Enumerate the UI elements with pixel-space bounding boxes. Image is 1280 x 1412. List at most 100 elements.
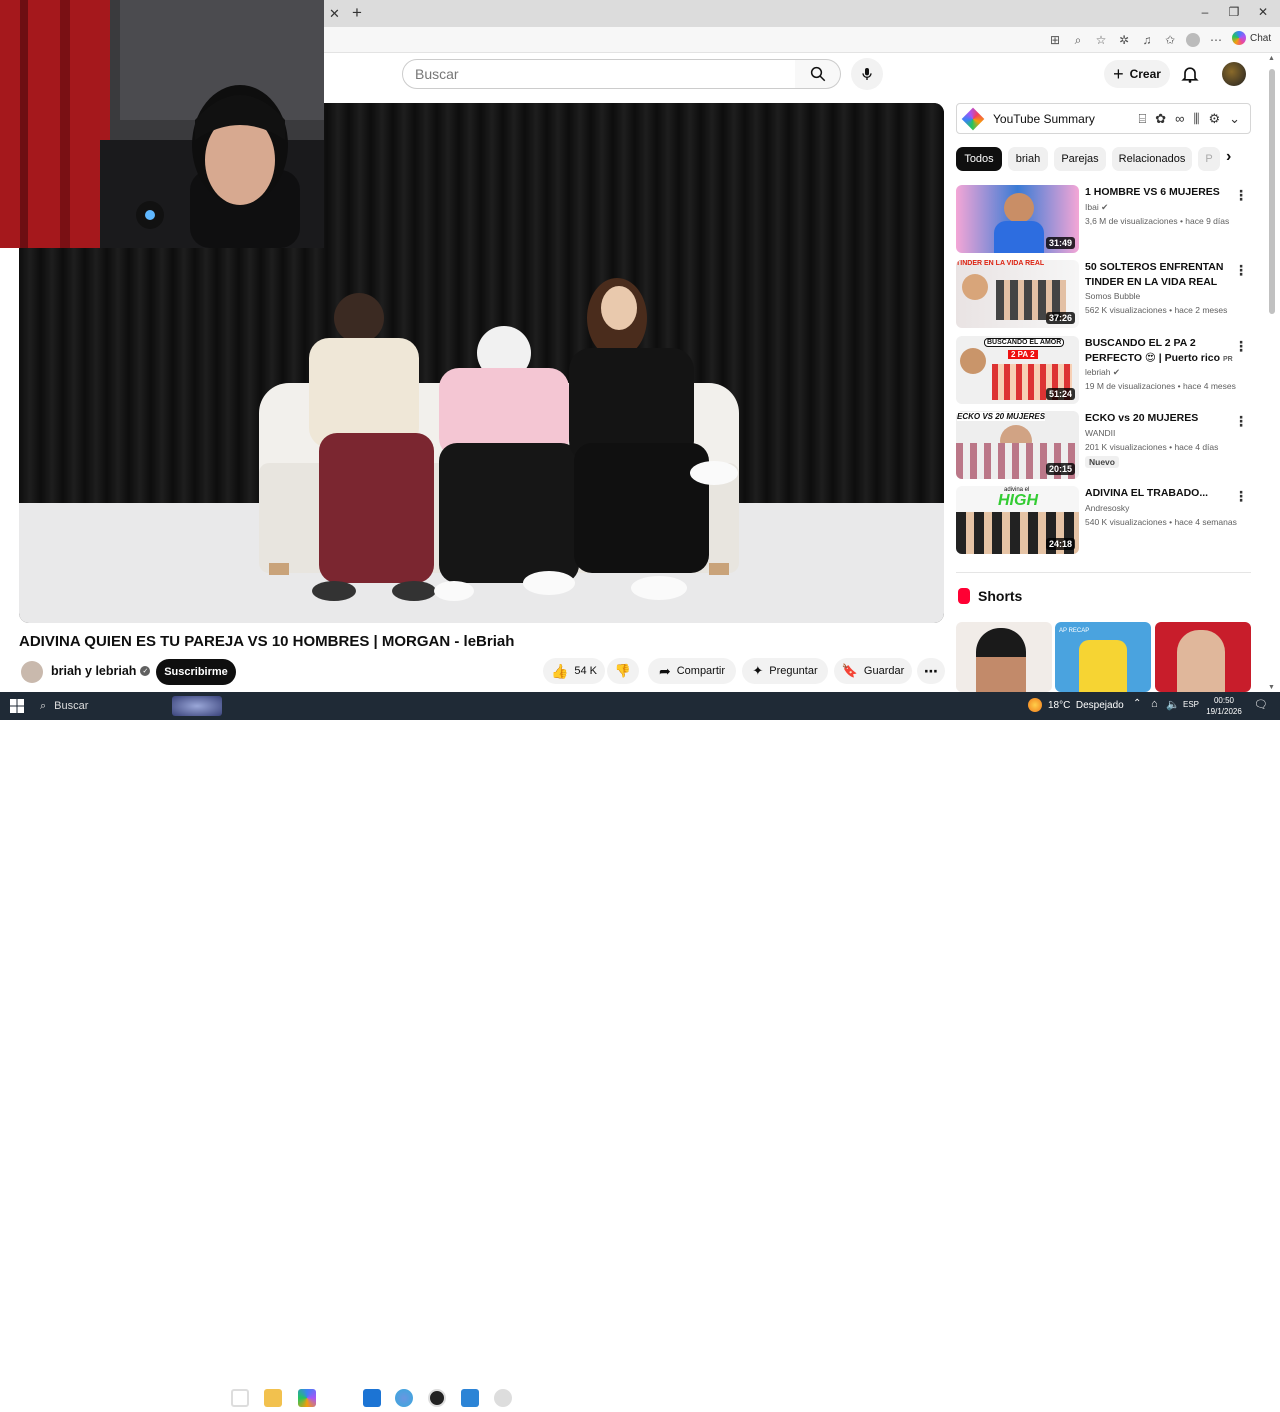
chip-parejas[interactable]: Parejas — [1054, 147, 1106, 171]
tray-chevron-icon[interactable]: ⌃ — [1133, 698, 1141, 709]
recommendation-meta: 19 M de visualizaciones • hace 4 meses — [1085, 381, 1236, 391]
close-tab-icon[interactable]: ✕ — [329, 6, 340, 22]
restore-window-button[interactable]: ❐ — [1224, 5, 1244, 21]
notifications-icon[interactable]: 🗨 — [1254, 698, 1268, 711]
dislike-button[interactable]: 👎 — [607, 658, 639, 684]
voice-search-button[interactable] — [851, 58, 883, 90]
ask-button[interactable]: ✦ Preguntar — [742, 658, 828, 684]
recommendation-channel: lebriah ✔ — [1085, 367, 1121, 377]
favorites-icon[interactable]: ✩ — [1161, 31, 1179, 49]
microphone-icon — [862, 68, 872, 80]
clock[interactable]: 00:50 19/1/2026 — [1205, 695, 1243, 717]
short-person — [1177, 630, 1225, 692]
app-icon[interactable] — [461, 1389, 479, 1407]
page-scrollbar[interactable]: ▲ ▼ — [1268, 55, 1276, 691]
close-window-button[interactable]: ✕ — [1253, 5, 1273, 21]
translate-icon[interactable]: ⌸ — [1138, 111, 1146, 127]
video-title: ADIVINA QUIEN ES TU PAREJA VS 10 HOMBRES… — [19, 633, 515, 650]
outlook-icon[interactable] — [363, 1389, 381, 1407]
chip-briah[interactable]: briah — [1008, 147, 1048, 171]
short-thumbnail[interactable]: AP RECAP — [1055, 622, 1151, 692]
thumb-person-icon — [1004, 193, 1034, 223]
search-highlight-image — [172, 696, 222, 716]
media-icon[interactable]: ♫ — [1138, 31, 1156, 49]
extensions-icon[interactable]: ✲ — [1115, 31, 1133, 49]
obs-icon[interactable] — [428, 1389, 446, 1407]
app-icon[interactable] — [494, 1389, 512, 1407]
video-thumbnail: adivina el HIGH 24:18 — [956, 486, 1079, 554]
chip-label: Parejas — [1061, 153, 1099, 165]
chevron-down-icon[interactable]: ⌄ — [1229, 111, 1240, 127]
task-view-icon[interactable] — [231, 1389, 249, 1407]
sparkle-icon: ✦ — [752, 663, 764, 678]
avatar[interactable] — [1222, 62, 1246, 86]
more-options-icon[interactable]: ⋯ — [1207, 31, 1225, 49]
shorts-label: Shorts — [978, 588, 1023, 604]
create-button[interactable]: + Crear — [1104, 60, 1170, 88]
video-thumbnail: TINDER EN LA VIDA REAL 37:26 — [956, 260, 1079, 328]
settings-gear-icon[interactable]: ⚙ — [1208, 111, 1220, 127]
youtube-summary-extension[interactable]: YouTube Summary ⌸ ✿ ∞ ⫼ ⚙ ⌄ — [956, 103, 1251, 134]
taskbar-search-placeholder: Buscar — [54, 700, 89, 712]
network-icon[interactable]: ⌂ — [1151, 698, 1158, 710]
recommendation-item[interactable]: TINDER EN LA VIDA REAL 37:26 50 SOLTEROS… — [956, 260, 1256, 328]
chips-next-button[interactable]: › — [1226, 148, 1231, 166]
recommendation-item[interactable]: ECKO VS 20 MUJERES 20:15 ECKO vs 20 MUJE… — [956, 411, 1256, 479]
short-thumbnail[interactable] — [956, 622, 1052, 692]
profile-icon[interactable] — [1184, 31, 1202, 49]
scroll-thumb[interactable] — [1269, 69, 1275, 314]
bell-icon — [1181, 67, 1199, 83]
language-indicator[interactable]: ESP — [1183, 700, 1199, 709]
chip-relacionados[interactable]: Relacionados — [1112, 147, 1192, 171]
like-button[interactable]: 👍 54 K — [543, 658, 605, 684]
plus-icon: + — [1113, 63, 1124, 84]
chip-label: Todos — [964, 153, 994, 165]
file-explorer-icon[interactable] — [264, 1389, 282, 1407]
more-vert-icon[interactable]: ⋮ — [1234, 262, 1248, 279]
favorite-star-icon[interactable]: ☆ — [1092, 31, 1110, 49]
windows-start-icon[interactable] — [10, 699, 24, 713]
save-button[interactable]: 🔖 Guardar — [834, 658, 912, 684]
volume-icon[interactable]: 🔈 — [1166, 698, 1180, 711]
search-button[interactable] — [795, 59, 841, 89]
more-vert-icon[interactable]: ⋮ — [1234, 413, 1248, 430]
search-input[interactable]: Buscar — [402, 59, 796, 89]
share-button[interactable]: ➦ Compartir — [648, 658, 736, 684]
more-vert-icon[interactable]: ⋮ — [1234, 338, 1248, 355]
channel-name[interactable]: briah y lebriah ✓ — [51, 664, 151, 678]
minimize-window-button[interactable]: – — [1195, 5, 1215, 21]
chip-todos[interactable]: Todos — [956, 147, 1002, 171]
audio-wave-icon[interactable]: ⫼ — [1193, 111, 1199, 127]
store-icon[interactable] — [331, 1389, 349, 1407]
recommendation-item[interactable]: 31:49 1 HOMBRE VS 6 MUJERES Ibai ✔ 3,6 M… — [956, 185, 1256, 253]
subscribe-button[interactable]: Suscribirme — [156, 659, 236, 685]
short-person — [976, 628, 1026, 692]
copilot-app-icon[interactable] — [298, 1389, 316, 1407]
new-tab-button[interactable]: + — [352, 3, 362, 23]
copilot-chat-button[interactable]: Chat — [1232, 31, 1271, 45]
scroll-up-icon[interactable]: ▲ — [1268, 55, 1275, 62]
recommendation-item[interactable]: BUSCANDO EL AMOR 2 PA 2 51:24 BUSCANDO E… — [956, 336, 1256, 404]
chatgpt-icon[interactable]: ✿ — [1155, 111, 1166, 127]
notifications-button[interactable] — [1180, 64, 1200, 89]
sidebar-divider — [956, 572, 1251, 573]
more-vert-icon[interactable]: ⋮ — [1234, 488, 1248, 505]
more-vert-icon[interactable]: ⋮ — [1234, 187, 1248, 204]
taskbar-search[interactable]: ⌕ Buscar — [32, 694, 222, 718]
chip-partial[interactable]: P — [1198, 147, 1220, 171]
glasses-icon[interactable]: ∞ — [1175, 111, 1184, 127]
video-thumbnail: BUSCANDO EL AMOR 2 PA 2 51:24 — [956, 336, 1079, 404]
weather-text[interactable]: 18°C Despejado — [1048, 700, 1124, 711]
channel-avatar[interactable] — [21, 661, 43, 683]
scroll-down-icon[interactable]: ▼ — [1268, 684, 1275, 691]
chip-label: briah — [1015, 153, 1041, 165]
verified-icon: ✔ — [1101, 202, 1109, 212]
recommendation-item[interactable]: adivina el HIGH 24:18 ADIVINA EL TRABADO… — [956, 486, 1256, 554]
zoom-icon[interactable]: ⌕ — [1069, 31, 1087, 49]
app-available-icon[interactable]: ⊞ — [1046, 31, 1064, 49]
more-actions-button[interactable]: ⋯ — [917, 658, 945, 684]
summary-label: YouTube Summary — [993, 111, 1095, 126]
recommendation-meta: 201 K visualizaciones • hace 4 días — [1085, 442, 1219, 452]
short-thumbnail[interactable] — [1155, 622, 1251, 692]
new-badge: Nuevo — [1085, 456, 1119, 468]
